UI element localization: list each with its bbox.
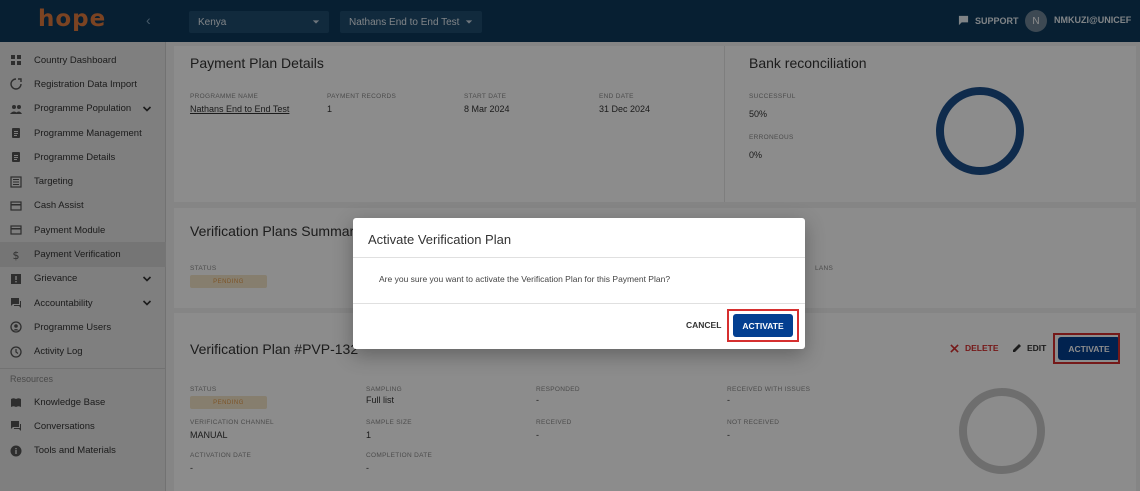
confirm-activate-highlight — [727, 309, 799, 342]
activate-verification-plan-dialog: Activate Verification Plan Are you sure … — [353, 218, 805, 349]
cancel-button[interactable]: CANCEL — [686, 320, 721, 330]
dialog-divider — [353, 303, 805, 304]
app-root: hope ‹ Country Dashboard Registration Dat… — [0, 0, 1140, 491]
dialog-divider — [353, 257, 805, 258]
dialog-title: Activate Verification Plan — [368, 232, 512, 247]
dialog-message: Are you sure you want to activate the Ve… — [379, 274, 671, 284]
